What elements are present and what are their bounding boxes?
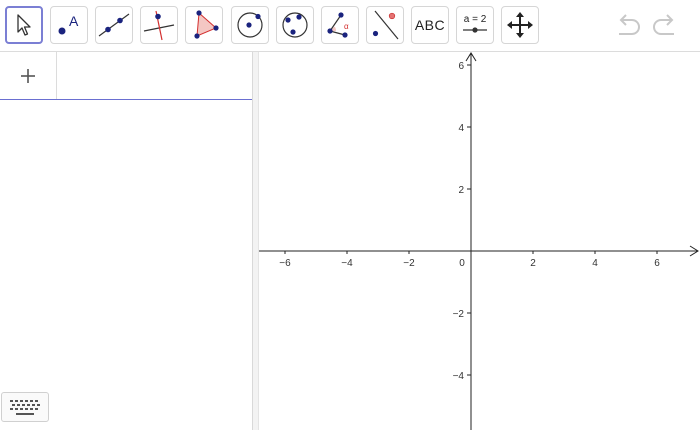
move-arrows-icon xyxy=(507,12,533,38)
origin-label: 0 xyxy=(459,258,465,269)
x-tick-label: 6 xyxy=(654,258,660,269)
circle-center-point-icon xyxy=(237,12,263,38)
plus-icon xyxy=(21,68,35,83)
x-tick-label: 2 xyxy=(530,258,536,269)
toolbar: A α ABC a = 2 xyxy=(0,0,700,52)
algebra-view xyxy=(0,52,252,430)
reflect-tool-button[interactable] xyxy=(366,6,404,44)
polygon-tool-button[interactable] xyxy=(185,6,223,44)
undo-icon xyxy=(619,14,640,35)
slider-tool-button[interactable]: a = 2 xyxy=(456,6,494,44)
graphics-view[interactable]: −6 −4 −2 2 4 6 0 6 4 2 −2 −4 xyxy=(259,52,700,430)
point-tool-button[interactable]: A xyxy=(50,6,88,44)
coordinate-plane[interactable]: −6 −4 −2 2 4 6 0 6 4 2 −2 −4 xyxy=(259,52,700,430)
point-label-text: A xyxy=(69,13,79,29)
text-tool-label: ABC xyxy=(414,17,446,33)
circle-three-points-icon xyxy=(282,12,308,38)
add-item-button[interactable] xyxy=(0,52,57,99)
redo-button[interactable] xyxy=(650,12,680,45)
keyboard-icon xyxy=(10,400,40,415)
move-tool-button[interactable] xyxy=(5,6,43,44)
perpendicular-line-tool-button[interactable] xyxy=(140,6,178,44)
y-tick-label: −4 xyxy=(453,371,465,382)
x-tick-label: −4 xyxy=(341,258,353,269)
x-tick-label: 4 xyxy=(592,258,598,269)
line-tool-button[interactable] xyxy=(95,6,133,44)
circle-tool-button[interactable] xyxy=(231,6,269,44)
angle-tool-button[interactable]: α xyxy=(321,6,359,44)
algebra-input[interactable] xyxy=(64,66,244,86)
undo-button[interactable] xyxy=(613,12,643,45)
x-tick-label: −6 xyxy=(279,258,291,269)
text-tool-button[interactable]: ABC xyxy=(411,6,449,44)
redo-icon xyxy=(653,14,674,35)
point-with-label-a-icon: A xyxy=(58,13,79,35)
keyboard-button[interactable] xyxy=(1,392,49,422)
view-divider[interactable] xyxy=(252,52,259,430)
y-tick-label: 2 xyxy=(458,185,464,196)
move-graphics-view-tool-button[interactable] xyxy=(501,6,539,44)
angle-alpha-label: α xyxy=(344,22,349,31)
x-tick-label: −2 xyxy=(403,258,415,269)
slider-icon: a = 2 xyxy=(463,14,487,33)
algebra-input-row[interactable] xyxy=(0,52,252,100)
y-tick-label: −2 xyxy=(453,309,465,320)
y-tick-label: 6 xyxy=(458,61,464,72)
angle-icon: α xyxy=(327,12,349,38)
slider-label-text: a = 2 xyxy=(464,14,487,25)
polygon-triangle-icon xyxy=(194,10,219,39)
y-tick-label: 4 xyxy=(458,123,464,134)
cursor-arrow-icon xyxy=(17,14,31,36)
perpendicular-line-icon xyxy=(143,10,175,41)
line-through-two-points-icon xyxy=(98,13,130,37)
circle-through-points-tool-button[interactable] xyxy=(276,6,314,44)
reflect-about-line-icon xyxy=(372,10,399,40)
